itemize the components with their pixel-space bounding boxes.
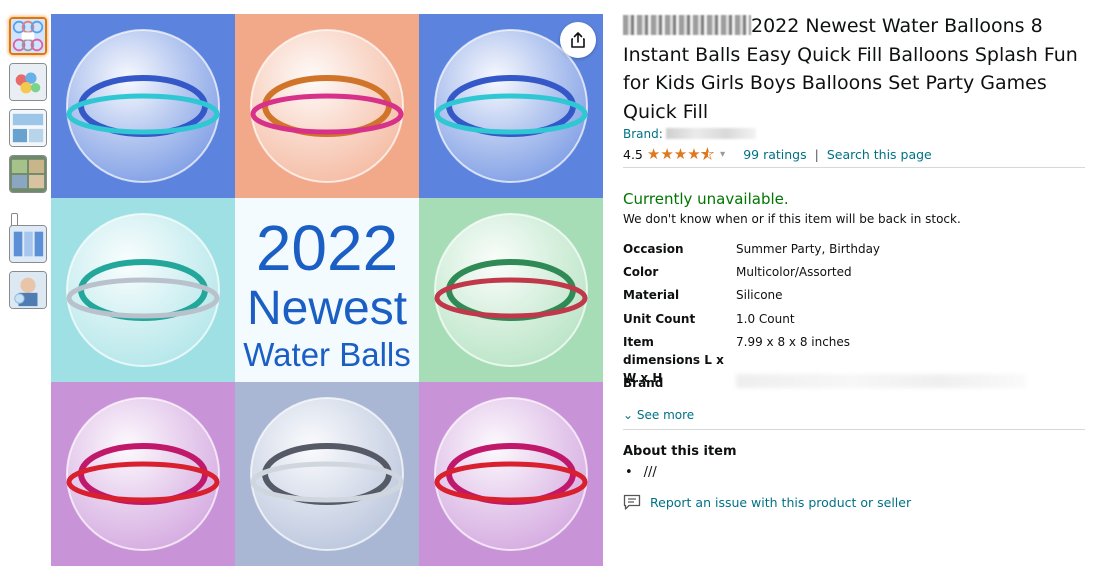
spec-value: Multicolor/Assorted [736, 265, 852, 279]
image-headline-sub: Water Balls [243, 336, 410, 373]
star-icon: ★ [687, 144, 701, 163]
thumbnail-1[interactable] [9, 17, 47, 55]
spec-value: 7.99 x 8 x 8 inches [736, 335, 851, 349]
ratings-link[interactable]: 99 ratings [743, 147, 806, 162]
specs-table: Occasion Summer Party, Birthday Color Mu… [623, 240, 1085, 408]
thumbnail-4[interactable] [9, 155, 47, 193]
redacted-brand-name [623, 15, 751, 35]
thumbnail-6[interactable] [9, 271, 47, 309]
spec-key: Brand [623, 376, 664, 390]
share-button[interactable] [560, 22, 596, 58]
brand-label: Brand: [623, 127, 663, 141]
brand-line[interactable]: Brand: [623, 127, 1085, 144]
report-issue-label[interactable]: Report an issue with this product or sel… [650, 495, 911, 510]
about-bullet: • /// [623, 465, 1085, 480]
divider [623, 167, 1085, 168]
chevron-down-icon[interactable]: ▾ [720, 149, 725, 160]
bullet-dot: • [625, 465, 633, 480]
chevron-down-icon: ⌄ [623, 408, 634, 422]
rating-row: 4.5 ★ ★ ★ ★ ★ ▾ 99 ratings | Search this… [623, 144, 1085, 164]
thumbnail-2[interactable] [9, 63, 47, 101]
star-icon: ★ [646, 144, 661, 163]
redacted-brand-value [736, 374, 1026, 388]
search-this-page-link[interactable]: Search this page [827, 147, 932, 162]
link-separator: | [814, 146, 819, 162]
image-headline-word: Newest [247, 282, 407, 335]
share-icon [571, 32, 585, 48]
star-icon: ★ [673, 144, 688, 163]
star-icon: ★ [660, 144, 674, 163]
spec-key: Color [623, 265, 659, 279]
see-more-link[interactable]: ⌄ See more [623, 408, 694, 422]
spec-key: Occasion [623, 242, 684, 256]
product-details: 2022 Newest Water Balloons 8 Instant Bal… [623, 12, 1085, 511]
spec-key: Unit Count [623, 312, 696, 326]
spec-value: Summer Party, Birthday [736, 242, 881, 256]
report-issue-link[interactable]: Report an issue with this product or sel… [623, 494, 1085, 511]
product-main-image[interactable]: 2022 Newest Water Balls [51, 14, 603, 566]
image-headline-year: 2022 [256, 212, 398, 284]
availability-status: Currently unavailable. [623, 190, 789, 208]
rating-stars[interactable]: ★ ★ ★ ★ ★ [646, 144, 715, 163]
see-more-label: See more [636, 408, 695, 422]
thumbnail-5[interactable] [9, 225, 47, 263]
about-bullet-text: /// [643, 465, 657, 480]
star-half-icon: ★ [700, 144, 715, 163]
about-title: About this item [623, 444, 737, 459]
rating-value: 4.5 [623, 146, 643, 162]
spec-key: Material [623, 288, 680, 302]
availability-note: We don't know when or if this item will … [623, 212, 961, 226]
redacted-brand-value [665, 128, 756, 139]
spec-value: Silicone [736, 288, 783, 302]
thumbnail-3[interactable] [9, 109, 47, 147]
spec-value: 1.0 Count [736, 312, 795, 326]
product-title: 2022 Newest Water Balloons 8 Instant Bal… [623, 12, 1085, 126]
spec-value [736, 374, 1076, 393]
report-icon [623, 494, 641, 510]
